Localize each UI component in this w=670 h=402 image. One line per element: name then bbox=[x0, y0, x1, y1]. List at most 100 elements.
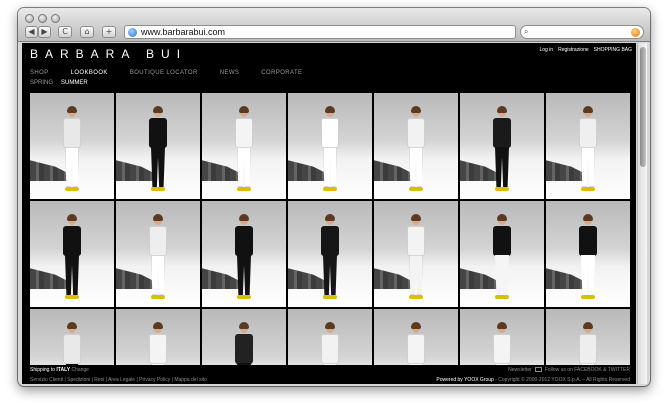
web-page: BARBARA BUI Log in Registrazione SHOPPIN… bbox=[22, 43, 636, 384]
model-hair bbox=[239, 106, 249, 113]
model-bottom bbox=[409, 363, 423, 365]
season-navigation: SPRING SUMMER bbox=[30, 80, 88, 86]
envelope-icon[interactable] bbox=[534, 367, 542, 372]
runway-model bbox=[319, 322, 341, 365]
look-photo[interactable] bbox=[30, 93, 114, 199]
footer-links[interactable]: Servizio Clienti | Spedizioni | Resi | A… bbox=[30, 377, 207, 383]
shipping-change-link[interactable]: Change bbox=[71, 367, 89, 373]
model-bottom bbox=[323, 255, 337, 295]
model-shoes bbox=[237, 187, 251, 191]
look-photo[interactable] bbox=[374, 309, 458, 365]
model-bottom bbox=[495, 255, 509, 295]
look-photo[interactable] bbox=[374, 93, 458, 199]
model-shoes bbox=[409, 187, 423, 191]
follow-link[interactable]: Follow us on FACEBOOK & TWITTER bbox=[545, 367, 630, 373]
model-shoes bbox=[495, 295, 509, 299]
site-logo[interactable]: BARBARA BUI bbox=[30, 47, 187, 61]
model-top bbox=[235, 118, 253, 148]
model-hair bbox=[153, 106, 163, 113]
model-hair bbox=[497, 214, 507, 221]
reload-button[interactable]: C bbox=[58, 26, 72, 38]
look-photo[interactable] bbox=[546, 201, 630, 307]
newsletter-link[interactable]: Newsletter bbox=[508, 367, 532, 373]
look-photo[interactable] bbox=[202, 309, 286, 365]
look-photo[interactable] bbox=[116, 201, 200, 307]
runway-model bbox=[319, 106, 341, 193]
account-links: Log in Registrazione SHOPPING BAG bbox=[539, 47, 632, 53]
home-button[interactable]: ⌂ bbox=[80, 26, 94, 38]
look-photo[interactable] bbox=[288, 309, 372, 365]
look-photo[interactable] bbox=[288, 201, 372, 307]
model-hair bbox=[583, 322, 593, 329]
model-top bbox=[321, 226, 339, 256]
model-top bbox=[493, 118, 511, 148]
runway-model bbox=[147, 214, 169, 301]
model-shoes bbox=[323, 295, 337, 299]
model-shoes bbox=[237, 295, 251, 299]
runway-model bbox=[147, 322, 169, 365]
model-hair bbox=[325, 106, 335, 113]
scrollbar-thumb[interactable] bbox=[640, 47, 646, 167]
vertical-scrollbar[interactable] bbox=[637, 43, 647, 384]
runway-model bbox=[61, 214, 83, 301]
model-hair bbox=[67, 214, 77, 221]
model-bottom bbox=[65, 255, 79, 295]
powered-by[interactable]: Powered by YOOX Group bbox=[436, 377, 493, 383]
search-field[interactable]: ⌕ bbox=[520, 25, 644, 39]
nav-lookbook[interactable]: LOOKBOOK bbox=[71, 70, 108, 76]
runway-model bbox=[577, 214, 599, 301]
look-photo[interactable] bbox=[116, 309, 200, 365]
model-bottom bbox=[323, 147, 337, 187]
register-link[interactable]: Registrazione bbox=[558, 47, 589, 53]
subnav-summer[interactable]: SUMMER bbox=[61, 80, 88, 86]
snapback-icon[interactable] bbox=[631, 28, 640, 37]
back-button[interactable]: ◀ bbox=[25, 26, 38, 38]
model-hair bbox=[583, 214, 593, 221]
look-photo[interactable] bbox=[116, 93, 200, 199]
look-photo[interactable] bbox=[460, 93, 544, 199]
login-link[interactable]: Log in bbox=[539, 47, 553, 53]
runway-model bbox=[233, 322, 255, 365]
model-hair bbox=[497, 106, 507, 113]
runway-model bbox=[405, 322, 427, 365]
look-photo[interactable] bbox=[546, 93, 630, 199]
nav-boutique-locator[interactable]: BOUTIQUE LOCATOR bbox=[130, 70, 198, 76]
look-photo[interactable] bbox=[546, 309, 630, 365]
look-photo[interactable] bbox=[460, 309, 544, 365]
nav-news[interactable]: NEWS bbox=[220, 70, 240, 76]
runway-model bbox=[233, 106, 255, 193]
model-top bbox=[579, 334, 597, 364]
minimize-window-icon[interactable] bbox=[38, 14, 47, 23]
model-bottom bbox=[237, 363, 251, 365]
model-shoes bbox=[151, 295, 165, 299]
nav-shop[interactable]: SHOP bbox=[30, 70, 49, 76]
look-photo[interactable] bbox=[30, 309, 114, 365]
model-bottom bbox=[409, 255, 423, 295]
nav-corporate[interactable]: CORPORATE bbox=[261, 70, 302, 76]
look-photo[interactable] bbox=[374, 201, 458, 307]
model-bottom bbox=[151, 147, 165, 187]
look-photo[interactable] bbox=[288, 93, 372, 199]
zoom-window-icon[interactable] bbox=[51, 14, 60, 23]
look-photo[interactable] bbox=[30, 201, 114, 307]
model-shoes bbox=[65, 187, 79, 191]
address-bar[interactable]: www.barbarabui.com bbox=[124, 25, 516, 39]
model-shoes bbox=[581, 187, 595, 191]
subnav-spring[interactable]: SPRING bbox=[30, 80, 53, 86]
look-photo[interactable] bbox=[202, 93, 286, 199]
look-photo[interactable] bbox=[202, 201, 286, 307]
model-bottom bbox=[151, 363, 165, 365]
model-hair bbox=[67, 322, 77, 329]
globe-icon bbox=[128, 28, 137, 37]
look-photo[interactable] bbox=[460, 201, 544, 307]
model-bottom bbox=[323, 363, 337, 365]
forward-button[interactable]: ▶ bbox=[38, 26, 51, 38]
copyright-text: - Copyright © 2000-2012 YOOX S.p.A. – Al… bbox=[495, 377, 630, 383]
add-bookmark-button[interactable]: + bbox=[102, 26, 116, 38]
model-bottom bbox=[65, 147, 79, 187]
model-shoes bbox=[495, 187, 509, 191]
shopping-bag-link[interactable]: SHOPPING BAG bbox=[594, 47, 632, 53]
url-text: www.barbarabui.com bbox=[141, 27, 226, 37]
model-hair bbox=[153, 322, 163, 329]
close-window-icon[interactable] bbox=[25, 14, 34, 23]
